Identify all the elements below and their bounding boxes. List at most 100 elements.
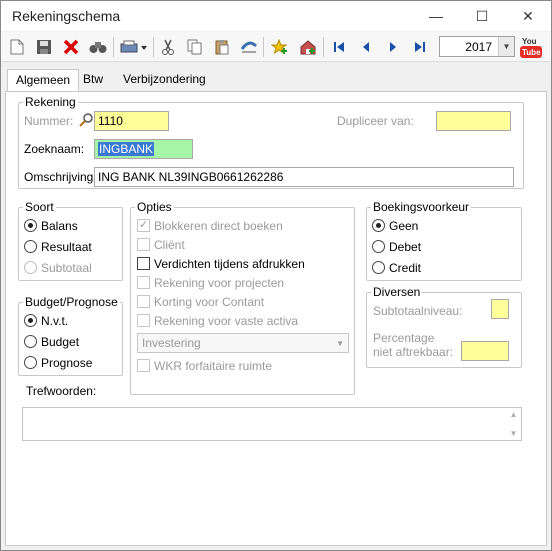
paste-button[interactable] xyxy=(211,36,233,58)
zoeknaam-field[interactable]: INGBANK xyxy=(94,139,193,159)
vaste-activa-checkbox[interactable] xyxy=(137,314,150,327)
boekingsvoorkeur-legend: Boekingsvoorkeur xyxy=(371,200,472,214)
percentage-label-line2: niet aftrekbaar: xyxy=(373,345,454,359)
tab-strip: Algemeen Btw Verbijzondering xyxy=(5,69,545,92)
year-select[interactable]: 2017 ▼ xyxy=(439,36,515,57)
budget-nvt-label: N.v.t. xyxy=(41,314,69,328)
boeking-geen-radio[interactable] xyxy=(372,219,385,232)
korting-label: Korting voor Contant xyxy=(154,295,265,309)
boeking-credit-label: Credit xyxy=(389,261,422,275)
tab-verbijzondering[interactable]: Verbijzondering xyxy=(115,69,214,91)
soort-subtotaal-radio[interactable] xyxy=(24,261,37,274)
youtube-icon: You Tube xyxy=(520,37,542,58)
close-icon: ✕ xyxy=(522,7,534,24)
scissors-icon xyxy=(162,39,174,55)
print-dropdown-button[interactable] xyxy=(119,36,149,58)
toolbar-separator xyxy=(323,37,324,57)
client-checkbox[interactable] xyxy=(137,238,150,251)
rekening-legend: Rekening xyxy=(23,95,78,109)
omschrijving-label: Omschrijving: xyxy=(24,170,97,184)
first-record-button[interactable] xyxy=(328,36,350,58)
copy-icon xyxy=(187,39,202,55)
window-title: Rekeningschema xyxy=(12,8,121,24)
trefwoorden-label: Trefwoorden: xyxy=(26,384,97,398)
svg-text:You: You xyxy=(522,37,537,46)
new-document-icon xyxy=(10,39,24,55)
previous-record-button[interactable] xyxy=(355,36,377,58)
zoeknaam-label: Zoeknaam: xyxy=(24,142,85,156)
boeking-debet-radio[interactable] xyxy=(372,240,385,253)
korting-checkbox[interactable] xyxy=(137,295,150,308)
chevron-down-icon[interactable]: ▼ xyxy=(498,37,514,56)
budget-budget-label: Budget xyxy=(41,335,80,349)
subtotaalniveau-field[interactable] xyxy=(491,299,509,319)
paste-icon xyxy=(215,40,229,55)
copy-button[interactable] xyxy=(184,36,206,58)
delete-icon xyxy=(63,39,79,55)
budget-budget-radio[interactable] xyxy=(24,335,37,348)
link-icon xyxy=(240,41,258,53)
toolbar: 2017 ▼ You Tube xyxy=(1,32,551,62)
search-icon[interactable] xyxy=(79,113,93,127)
chevron-up-icon[interactable]: ▲ xyxy=(510,410,518,419)
home-button[interactable] xyxy=(297,36,319,58)
blokkeren-checkbox[interactable] xyxy=(137,218,150,232)
percentage-field[interactable] xyxy=(461,341,509,361)
toolbar-separator xyxy=(263,37,264,57)
diversen-legend: Diversen xyxy=(371,285,423,299)
wkr-label: WKR forfaitaire ruimte xyxy=(154,359,273,373)
save-button[interactable] xyxy=(33,36,55,58)
budget-legend: Budget/Prognose xyxy=(23,295,120,309)
nummer-field[interactable]: 1110 xyxy=(94,111,169,131)
nummer-label: Nummer: xyxy=(24,114,74,128)
binoculars-icon xyxy=(89,42,107,53)
new-button[interactable] xyxy=(6,36,28,58)
home-icon xyxy=(300,40,316,55)
next-record-button[interactable] xyxy=(382,36,404,58)
verdichten-label: Verdichten tijdens afdrukken xyxy=(154,257,305,271)
close-button[interactable]: ✕ xyxy=(505,1,551,31)
trefwoorden-scrollbar[interactable]: ▲ ▼ xyxy=(506,408,521,440)
client-label: Cliënt xyxy=(154,238,185,252)
link-button[interactable] xyxy=(238,36,260,58)
verdichten-checkbox[interactable] xyxy=(137,257,150,270)
boeking-geen-label: Geen xyxy=(389,219,419,233)
minimize-button[interactable]: — xyxy=(413,1,459,31)
soort-balans-label: Balans xyxy=(41,219,78,233)
projecten-checkbox[interactable] xyxy=(137,276,150,289)
zoeknaam-value: INGBANK xyxy=(98,142,155,156)
chevron-down-icon[interactable]: ▼ xyxy=(510,429,518,438)
blokkeren-label: Blokkeren direct boeken xyxy=(154,219,283,233)
soort-group: Soort Balans Resultaat Subtotaal xyxy=(18,200,123,281)
print-dropdown-icon xyxy=(120,40,147,53)
tab-algemeen[interactable]: Algemeen xyxy=(7,69,80,92)
investering-select[interactable]: Investering ▼ xyxy=(137,333,349,353)
cut-button[interactable] xyxy=(157,36,179,58)
opties-group: Opties Blokkeren direct boeken Cliënt Ve… xyxy=(130,200,355,395)
vaste-activa-label: Rekening voor vaste activa xyxy=(154,314,299,328)
soort-balans-radio[interactable] xyxy=(24,219,37,232)
soort-resultaat-radio[interactable] xyxy=(24,240,37,253)
trefwoorden-field[interactable]: ▲ ▼ xyxy=(22,407,522,441)
maximize-button[interactable]: ☐ xyxy=(459,1,505,31)
boeking-debet-label: Debet xyxy=(389,240,422,254)
find-button[interactable] xyxy=(87,36,109,58)
boeking-credit-radio[interactable] xyxy=(372,261,385,274)
soort-legend: Soort xyxy=(23,200,56,214)
subtotaalniveau-label: Subtotaalniveau: xyxy=(373,304,463,318)
wkr-checkbox[interactable] xyxy=(137,359,150,372)
youtube-button[interactable]: You Tube xyxy=(519,35,543,59)
omschrijving-field[interactable]: ING BANK NL39INGB0661262286 xyxy=(94,167,514,187)
dupliceer-field[interactable] xyxy=(436,111,511,131)
delete-button[interactable] xyxy=(60,36,82,58)
last-record-button[interactable] xyxy=(409,36,431,58)
toolbar-separator xyxy=(113,37,114,57)
budget-prognose-radio[interactable] xyxy=(24,356,37,369)
favorite-add-button[interactable] xyxy=(269,36,291,58)
projecten-label: Rekening voor projecten xyxy=(154,276,285,290)
tab-btw[interactable]: Btw xyxy=(75,69,111,91)
opties-legend: Opties xyxy=(135,200,174,214)
star-add-icon xyxy=(271,39,288,55)
budget-prognose-label: Prognose xyxy=(41,356,93,370)
budget-nvt-radio[interactable] xyxy=(24,314,37,327)
